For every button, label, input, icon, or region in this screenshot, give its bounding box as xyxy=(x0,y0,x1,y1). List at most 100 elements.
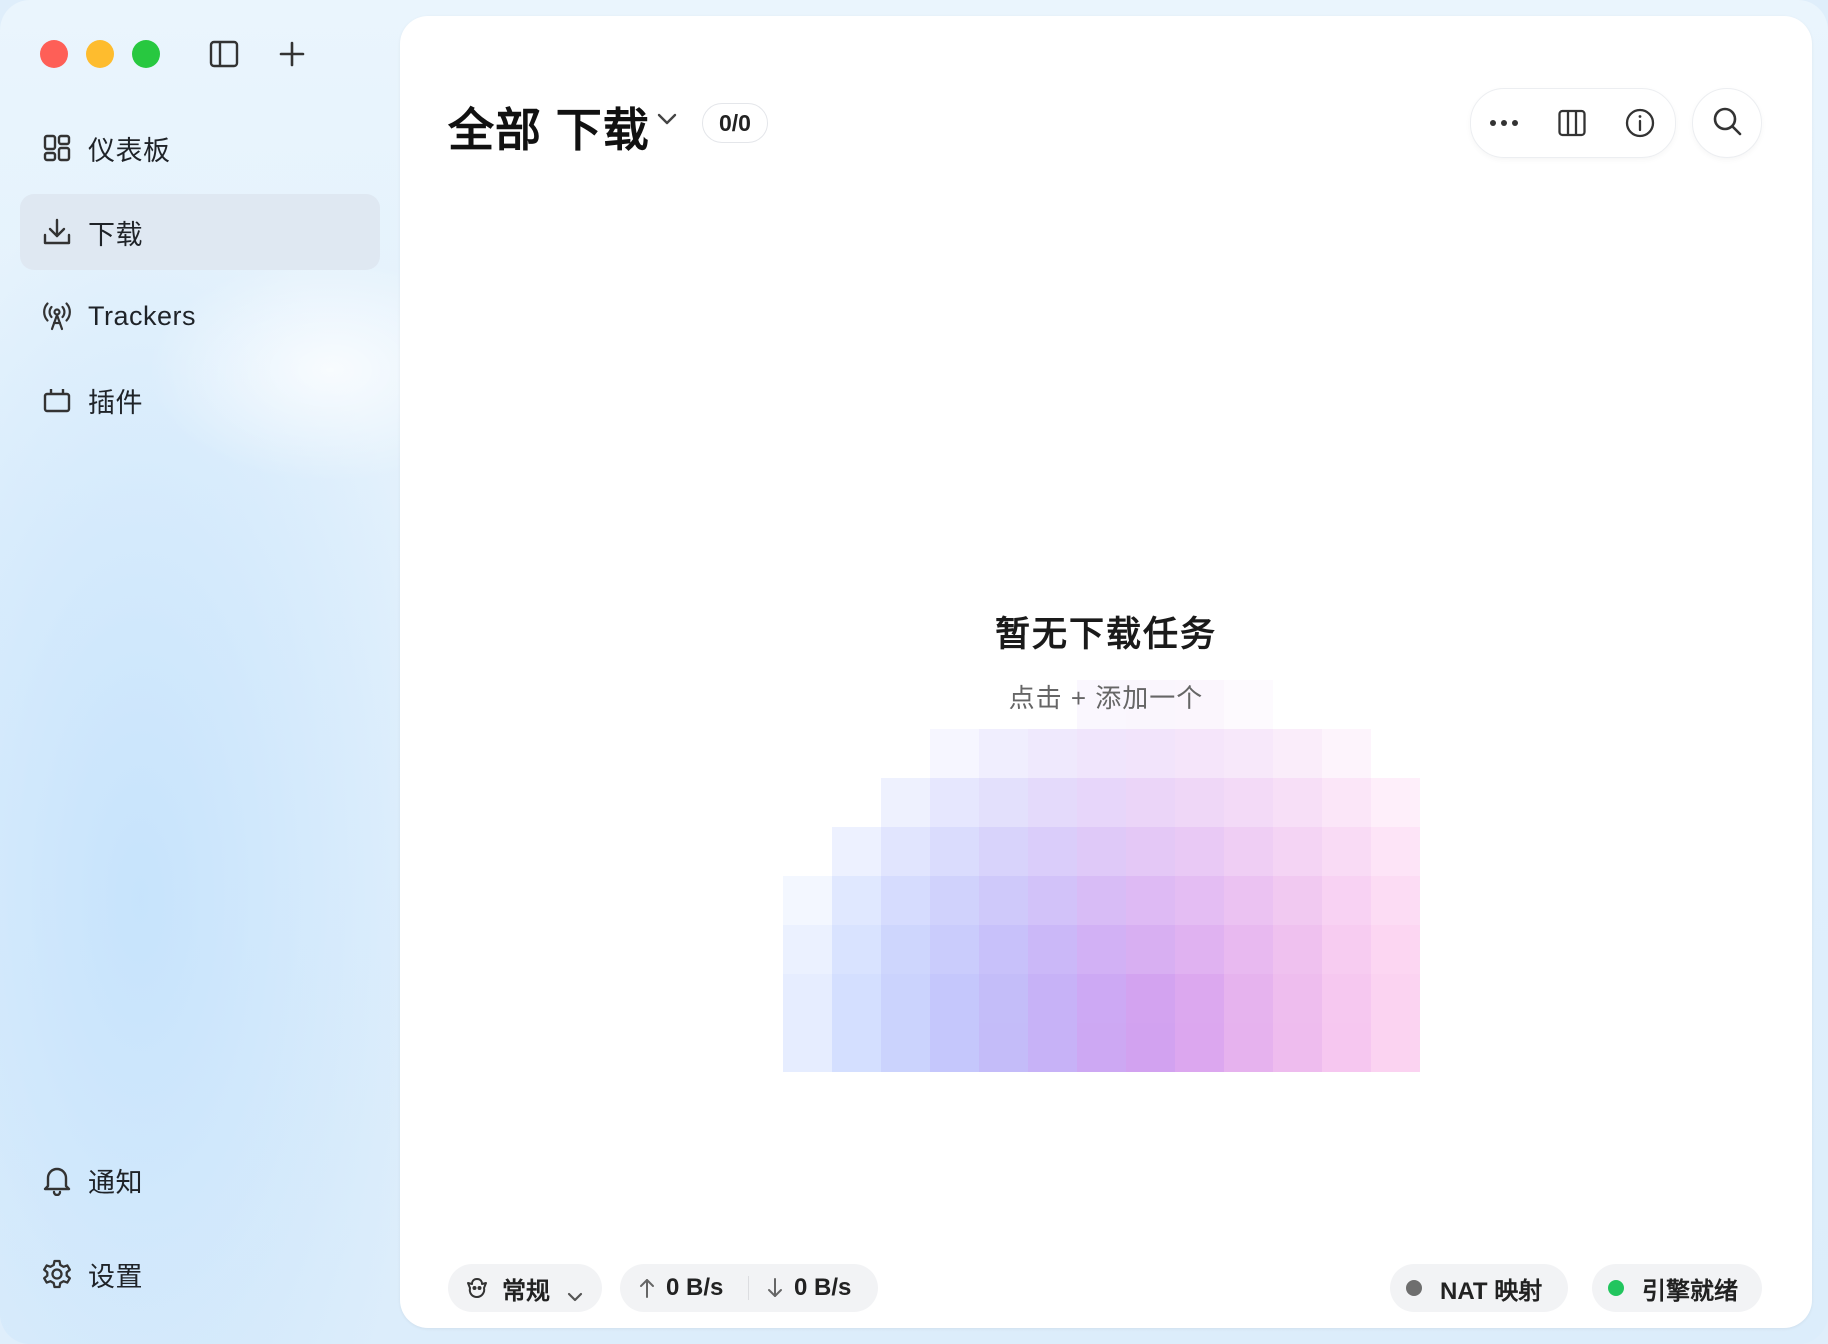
sidebar-item-downloads[interactable]: 下载 xyxy=(20,194,380,270)
illustration-pixel xyxy=(881,974,930,1023)
illustration-pixel xyxy=(1126,778,1175,827)
sidebar-item-dashboard[interactable]: 仪表板 xyxy=(20,110,380,186)
illustration-pixel xyxy=(832,974,881,1023)
illustration-pixel xyxy=(1322,876,1371,925)
illustration-pixel xyxy=(979,974,1028,1023)
illustration-pixel xyxy=(1175,729,1224,778)
empty-state-illustration xyxy=(783,680,1420,1072)
illustration-pixel xyxy=(979,827,1028,876)
search-icon xyxy=(1711,105,1743,142)
page-title: 全部 下载 xyxy=(448,104,650,156)
more-icon[interactable] xyxy=(1487,106,1521,140)
download-icon xyxy=(40,215,74,249)
info-icon[interactable] xyxy=(1623,106,1657,140)
sidebar-item-label: 下载 xyxy=(88,219,143,250)
maximize-window-button[interactable] xyxy=(132,40,160,68)
sidebar-toggle-icon[interactable] xyxy=(206,36,242,72)
illustration-pixel xyxy=(1273,974,1322,1023)
arrow-down-icon xyxy=(766,1277,784,1306)
sidebar-item-label: 通知 xyxy=(88,1167,143,1198)
toolbar-group xyxy=(1470,88,1676,158)
illustration-pixel xyxy=(930,729,979,778)
close-window-button[interactable] xyxy=(40,40,68,68)
illustration-pixel xyxy=(1371,876,1420,925)
illustration-pixel xyxy=(881,827,930,876)
illustration-pixel xyxy=(1273,1023,1322,1072)
illustration-pixel xyxy=(1273,778,1322,827)
chevron-down-icon[interactable] xyxy=(656,112,678,131)
illustration-pixel xyxy=(1273,925,1322,974)
illustration-pixel xyxy=(1028,974,1077,1023)
sidebar-item-plugins[interactable]: 插件 xyxy=(20,362,380,438)
app-window: 仪表板 下载 Trackers 插件 通知 设置 全部 下载 0/0 暂无下载任… xyxy=(0,0,1828,1344)
illustration-pixel xyxy=(1077,778,1126,827)
nat-status-dot xyxy=(1406,1280,1422,1296)
illustration-pixel xyxy=(832,827,881,876)
illustration-pixel xyxy=(783,974,832,1023)
illustration-pixel xyxy=(1224,1023,1273,1072)
illustration-pixel xyxy=(930,827,979,876)
illustration-pixel xyxy=(930,974,979,1023)
sidebar-item-label: Trackers xyxy=(88,300,197,331)
illustration-pixel xyxy=(1224,925,1273,974)
search-button[interactable] xyxy=(1692,88,1762,158)
sidebar-item-settings[interactable]: 设置 xyxy=(20,1236,380,1312)
sidebar-item-label: 设置 xyxy=(88,1261,143,1292)
illustration-pixel xyxy=(1224,876,1273,925)
mode-selector[interactable]: 常规 xyxy=(448,1264,602,1312)
illustration-pixel xyxy=(930,1023,979,1072)
columns-icon[interactable] xyxy=(1555,106,1589,140)
illustration-pixel xyxy=(979,1023,1028,1072)
illustration-pixel xyxy=(881,1023,930,1072)
illustration-pixel xyxy=(1028,778,1077,827)
illustration-pixel xyxy=(1322,925,1371,974)
gear-icon xyxy=(40,1257,74,1291)
illustration-pixel xyxy=(1175,876,1224,925)
illustration-pixel xyxy=(1077,876,1126,925)
illustration-pixel xyxy=(1077,729,1126,778)
illustration-pixel xyxy=(1028,1023,1077,1072)
illustration-pixel xyxy=(979,925,1028,974)
engine-status-dot xyxy=(1608,1280,1624,1296)
illustration-pixel xyxy=(1322,827,1371,876)
add-icon[interactable] xyxy=(274,36,310,72)
arrow-up-icon xyxy=(638,1277,656,1306)
illustration-pixel xyxy=(1126,1023,1175,1072)
illustration-pixel xyxy=(881,876,930,925)
illustration-pixel xyxy=(783,925,832,974)
illustration-pixel xyxy=(930,925,979,974)
illustration-pixel xyxy=(979,876,1028,925)
illustration-pixel xyxy=(1077,1023,1126,1072)
nat-status[interactable]: NAT 映射 xyxy=(1390,1264,1568,1312)
illustration-pixel xyxy=(1028,876,1077,925)
antenna-icon xyxy=(40,299,74,333)
minimize-window-button[interactable] xyxy=(86,40,114,68)
illustration-pixel xyxy=(1371,778,1420,827)
nat-label: NAT 映射 xyxy=(1440,1277,1543,1305)
illustration-pixel xyxy=(832,1023,881,1072)
illustration-pixel xyxy=(1224,974,1273,1023)
plugin-icon xyxy=(40,383,74,417)
illustration-pixel xyxy=(1322,729,1371,778)
illustration-pixel xyxy=(832,876,881,925)
engine-status[interactable]: 引擎就绪 xyxy=(1592,1264,1762,1312)
illustration-pixel xyxy=(1224,778,1273,827)
download-speed: 0 B/s xyxy=(794,1274,852,1301)
sidebar-item-notifications[interactable]: 通知 xyxy=(20,1142,380,1218)
illustration-pixel xyxy=(832,925,881,974)
bell-icon xyxy=(40,1163,74,1197)
empty-state-subtitle: 点击 + 添加一个 xyxy=(1008,683,1204,713)
illustration-pixel xyxy=(1077,925,1126,974)
illustration-pixel xyxy=(1175,827,1224,876)
illustration-pixel xyxy=(1371,827,1420,876)
illustration-pixel xyxy=(1175,925,1224,974)
illustration-pixel xyxy=(1126,827,1175,876)
sidebar-item-label: 仪表板 xyxy=(88,135,171,166)
sidebar-item-label: 插件 xyxy=(88,387,143,418)
illustration-pixel xyxy=(1126,974,1175,1023)
illustration-pixel xyxy=(1077,827,1126,876)
sidebar-item-trackers[interactable]: Trackers xyxy=(20,278,380,354)
empty-state-title: 暂无下载任务 xyxy=(994,615,1217,654)
illustration-pixel xyxy=(1126,729,1175,778)
illustration-pixel xyxy=(1371,1023,1420,1072)
